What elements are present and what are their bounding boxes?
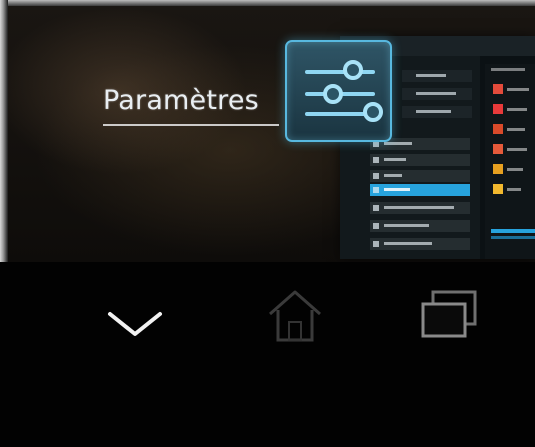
home-button[interactable]	[262, 288, 328, 344]
navigation-bar	[0, 262, 535, 447]
home-icon	[269, 290, 321, 342]
chevron-down-icon	[108, 312, 162, 336]
recent-apps-icon	[421, 290, 477, 338]
back-button[interactable]	[105, 302, 165, 342]
device-frame-top	[0, 0, 535, 6]
settings-sliders-icon	[285, 40, 392, 142]
recent-app-label[interactable]: Paramètres	[103, 85, 259, 116]
thumbnail-app-list	[485, 64, 535, 259]
app-label-underline	[103, 124, 279, 126]
thumbnail-selected-row	[370, 184, 470, 196]
recent-apps-button[interactable]	[415, 286, 485, 342]
